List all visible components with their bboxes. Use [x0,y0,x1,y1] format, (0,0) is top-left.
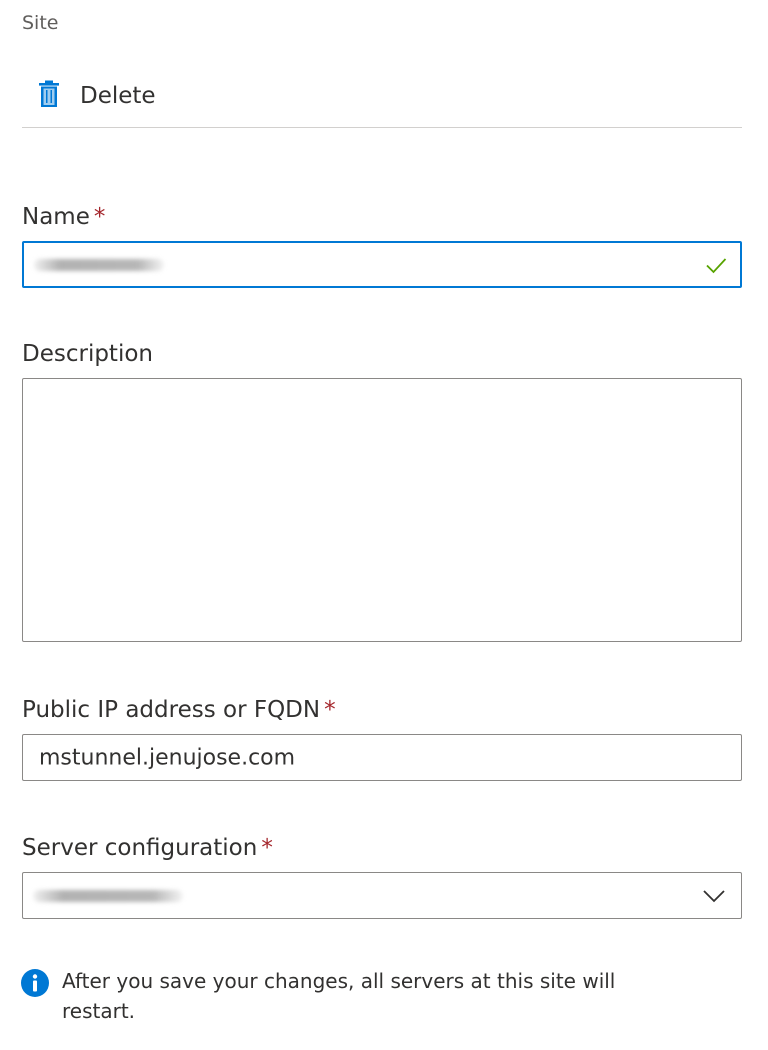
server-config-label: Server configuration [22,835,258,861]
command-bar: Delete [22,76,156,116]
public-ip-value: mstunnel.jenujose.com [39,745,296,770]
checkmark-icon [704,253,728,277]
name-label-row: Name * [22,204,105,230]
public-ip-label-row: Public IP address or FQDN * [22,697,336,723]
name-input[interactable] [22,241,742,288]
required-indicator: * [93,204,106,230]
trash-icon [38,80,60,112]
description-label: Description [22,341,153,367]
required-indicator: * [324,697,336,723]
required-indicator: * [261,835,273,861]
public-ip-label: Public IP address or FQDN [22,697,321,723]
redacted-value [34,258,164,271]
divider [22,127,742,128]
info-text: After you save your changes, all servers… [62,969,616,1023]
delete-label: Delete [80,83,156,109]
info-message: After you save your changes, all servers… [20,968,662,1026]
panel-title: Site [22,12,59,34]
delete-button[interactable]: Delete [22,76,156,116]
public-ip-input[interactable]: mstunnel.jenujose.com [22,734,742,781]
name-label: Name [22,204,90,230]
server-config-label-row: Server configuration * [22,835,273,861]
server-config-dropdown[interactable] [22,872,742,919]
redacted-value [33,889,183,902]
description-textarea[interactable] [22,378,742,642]
info-icon [20,968,50,1002]
chevron-down-icon[interactable] [701,883,727,909]
